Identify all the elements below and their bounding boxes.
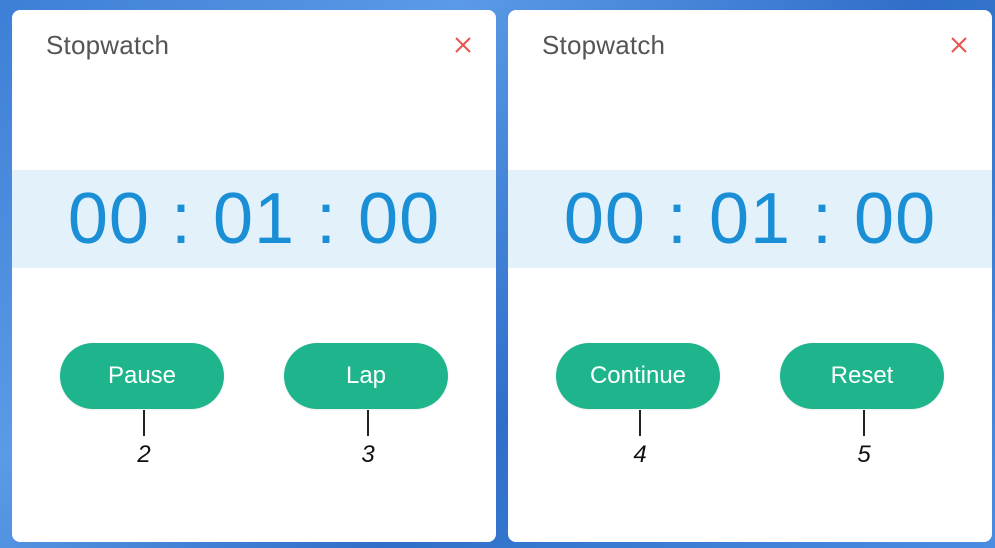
callout-line xyxy=(367,410,369,436)
close-icon[interactable] xyxy=(452,34,474,56)
time-display: 00 : 01 : 00 xyxy=(67,179,441,259)
stopwatch-panel-left: Stopwatch 00 : 01 : 00 Pause Lap 2 3 xyxy=(12,10,496,542)
continue-button[interactable]: Continue xyxy=(556,343,720,409)
close-icon[interactable] xyxy=(948,34,970,56)
panel-title: Stopwatch xyxy=(542,30,666,60)
callout-line xyxy=(143,410,145,436)
callout-number: 2 xyxy=(137,441,151,468)
stopwatch-panel-right: Stopwatch 00 : 01 : 00 Continue Reset 4 … xyxy=(508,10,992,542)
callout-line xyxy=(639,410,641,436)
lap-button[interactable]: Lap xyxy=(284,343,448,409)
reset-button[interactable]: Reset xyxy=(780,343,944,409)
callout-line xyxy=(863,410,865,436)
time-display-band: 00 : 01 : 00 xyxy=(12,170,496,268)
time-display: 00 : 01 : 00 xyxy=(563,179,937,259)
time-display-band: 00 : 01 : 00 xyxy=(508,170,992,268)
pause-button[interactable]: Pause xyxy=(60,343,224,409)
panel-title: Stopwatch xyxy=(46,30,170,60)
callout-reset: 5 xyxy=(844,410,884,468)
callout-pause: 2 xyxy=(124,410,164,468)
callout-continue: 4 xyxy=(620,410,660,468)
callout-number: 4 xyxy=(633,441,647,468)
callout-lap: 3 xyxy=(348,410,388,468)
callout-number: 3 xyxy=(361,441,375,468)
callout-number: 5 xyxy=(857,441,871,468)
